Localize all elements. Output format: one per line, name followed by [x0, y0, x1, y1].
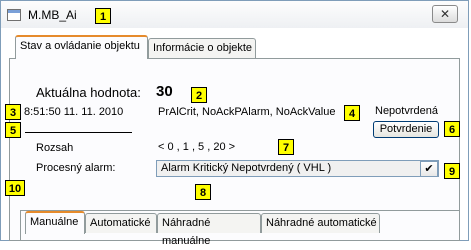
callout-badge-2: 2 [191, 87, 207, 103]
tab-nahradne-manualne[interactable]: Náhradné manuálne [157, 213, 261, 247]
callout-badge-7: 7 [278, 139, 294, 155]
window-title: M.MB_Ai [28, 8, 77, 22]
close-icon: ✕ [439, 7, 451, 21]
callout-badge-10: 10 [5, 180, 25, 196]
tab-automaticke[interactable]: Automatické [85, 213, 157, 233]
callout-badge-8: 8 [195, 184, 211, 200]
tab-nahradne-automaticke[interactable]: Náhradné automatické [261, 213, 380, 233]
callout-badge-1: 1 [95, 8, 111, 24]
alarm-label: Procesný alarm: [36, 162, 116, 174]
tab-label: Náhradné manuálne [162, 217, 211, 247]
callout-badge-5: 5 [5, 122, 21, 138]
timestamp: 8:51:50 11. 11. 2010 [24, 106, 124, 118]
tab-label: Stav a ovládanie objektu [20, 40, 140, 52]
callout-badge-9: 9 [444, 163, 460, 179]
close-button[interactable]: ✕ [432, 5, 458, 23]
callout-badge-4: 4 [344, 105, 360, 121]
callout-badge-6: 6 [444, 121, 460, 137]
value-label: Aktuálna hodnota: [36, 85, 141, 100]
range-value: < 0 , 1 , 5 , 20 > [158, 141, 236, 153]
tab-manualne[interactable]: Manuálne [25, 211, 85, 234]
ack-state: Nepotvrdená [375, 105, 438, 117]
current-value: 30 [156, 83, 173, 100]
checkmark-icon: ✔ [424, 163, 434, 175]
confirm-button[interactable]: Potvrdenie [373, 121, 439, 138]
separator-line [25, 132, 132, 133]
callout-badge-3: 3 [5, 104, 21, 120]
window-icon [7, 9, 21, 21]
tab-informacie[interactable]: Informácie o objekte [148, 38, 256, 59]
alarm-check-button[interactable]: ✔ [420, 161, 438, 177]
tab-label: Automatické [90, 217, 151, 229]
tab-label: Náhradné automatické [266, 217, 377, 229]
status-flags: PrAlCrit, NoAckPAlarm, NoAckValue [158, 106, 336, 118]
tab-stav-ovladanie[interactable]: Stav a ovládanie objektu [15, 35, 148, 59]
range-label: Rozsah [36, 142, 74, 154]
alarm-field: Alarm Kritický Nepotvrdený ( VHL ) [156, 160, 439, 177]
tab-label: Manuálne [30, 216, 79, 228]
tab-label: Informácie o objekte [153, 42, 253, 54]
